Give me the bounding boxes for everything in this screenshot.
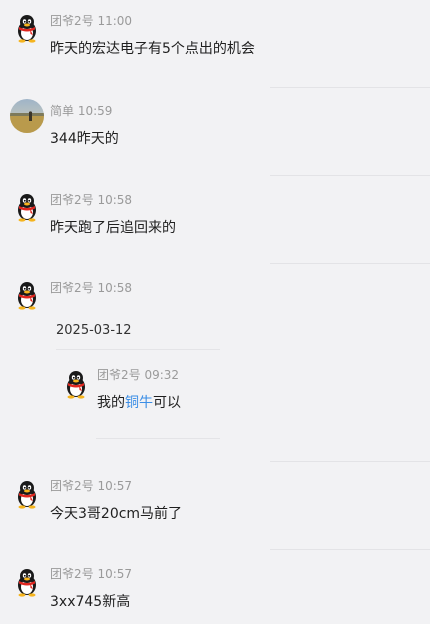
message-time: 10:57 bbox=[97, 479, 133, 493]
message-meta: 团爷2号 10:57 bbox=[50, 565, 132, 582]
quote-date: 2025-03-12 bbox=[56, 323, 132, 338]
penguin-avatar-icon[interactable] bbox=[60, 368, 92, 400]
message-text: 344昨天的 bbox=[50, 131, 119, 147]
quote-text: 我的铜牛可以 bbox=[97, 392, 181, 412]
message-text: 今天3哥20cm马前了 bbox=[50, 506, 183, 522]
sender-name[interactable]: 团爷2号 bbox=[50, 479, 94, 493]
sender-name[interactable]: 团爷2号 bbox=[50, 193, 94, 207]
sender-name[interactable]: 简单 bbox=[50, 104, 74, 118]
message-time: 10:57 bbox=[97, 567, 133, 581]
penguin-avatar-icon[interactable] bbox=[11, 12, 43, 44]
quote-sender-name[interactable]: 团爷2号 bbox=[97, 368, 141, 382]
message-item: 团爷2号 10:57 3xx745新高 bbox=[0, 550, 430, 624]
message-text: 昨天的宏达电子有5个点出的机会 bbox=[50, 41, 255, 57]
message-text: 3xx745新高 bbox=[50, 594, 131, 610]
quote-time: 09:32 bbox=[144, 368, 180, 382]
message-text: 昨天跑了后追回来的 bbox=[50, 220, 176, 236]
message-feed: 团爷2号 11:00 昨天的宏达电子有5个点出的机会 简单 10:59 344昨… bbox=[0, 0, 430, 624]
landscape-photo-avatar-icon[interactable] bbox=[10, 99, 44, 133]
quote-meta: 团爷2号 09:32 bbox=[97, 366, 179, 383]
divider bbox=[56, 349, 220, 350]
message-item: 团爷2号 10:57 今天3哥20cm马前了 bbox=[0, 462, 430, 550]
message-meta: 团爷2号 10:57 bbox=[50, 477, 132, 494]
sender-name[interactable]: 团爷2号 bbox=[50, 14, 94, 28]
message-item: 简单 10:59 344昨天的 bbox=[0, 88, 430, 176]
message-item: 团爷2号 11:00 昨天的宏达电子有5个点出的机会 bbox=[0, 0, 430, 88]
message-meta: 团爷2号 11:00 bbox=[50, 12, 132, 29]
message-time: 10:58 bbox=[97, 193, 133, 207]
message-item: 团爷2号 10:58 2025-03-12 团爷2号 09:32 我的铜牛可以 bbox=[0, 264, 430, 462]
penguin-avatar-icon[interactable] bbox=[11, 566, 43, 598]
penguin-avatar-icon[interactable] bbox=[11, 478, 43, 510]
quote-text-suffix: 可以 bbox=[153, 395, 181, 411]
divider bbox=[96, 438, 220, 439]
message-meta: 简单 10:59 bbox=[50, 102, 112, 119]
sender-name[interactable]: 团爷2号 bbox=[50, 567, 94, 581]
quoted-message[interactable]: 2025-03-12 团爷2号 09:32 我的铜牛可以 bbox=[0, 264, 430, 462]
message-time: 10:59 bbox=[77, 104, 113, 118]
penguin-avatar-icon[interactable] bbox=[11, 191, 43, 223]
message-meta: 团爷2号 10:58 bbox=[50, 191, 132, 208]
stock-keyword-link[interactable]: 铜牛 bbox=[125, 395, 153, 411]
message-item: 团爷2号 10:58 昨天跑了后追回来的 bbox=[0, 176, 430, 264]
message-time: 11:00 bbox=[97, 14, 133, 28]
quote-text-prefix: 我的 bbox=[97, 395, 125, 411]
